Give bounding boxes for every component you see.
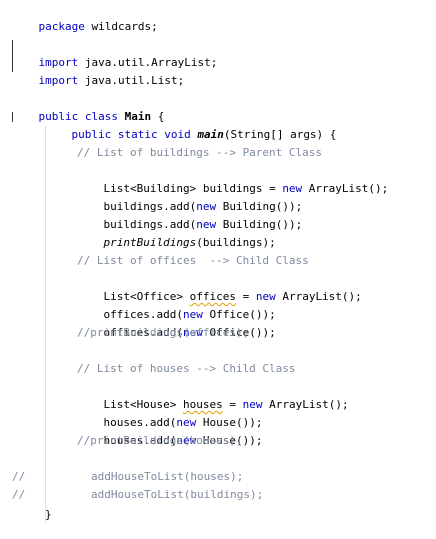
code-line: offices.add(new Office());: [77, 306, 276, 339]
method-params: (String[] args): [223, 128, 324, 141]
commented-code-line: //printBuildings(offices);: [77, 326, 250, 339]
comment-line: // List of buildings --> Parent Class: [77, 146, 323, 159]
method-call: printBuildings: [103, 236, 197, 249]
commented-code-line: addHouseToList(buildings);: [91, 488, 264, 501]
class-declaration: public class Main {: [12, 90, 165, 123]
decl-text: ArrayList();: [262, 398, 349, 411]
code-line: houses.add(new House());: [77, 414, 263, 447]
import-path: java.util.List;: [78, 74, 185, 87]
commented-code-line: //printBuildings(houses);: [77, 434, 243, 447]
closing-brace: }: [45, 508, 52, 521]
code-line: List<House> houses = new ArrayList();: [77, 378, 349, 411]
code-line: printBuildings(buildings);: [77, 216, 276, 249]
indent-guide: [45, 126, 46, 522]
code-line: buildings.add(new Building());: [77, 180, 303, 213]
code-line: offices.add(new Office());: [77, 288, 276, 321]
code-line: List<Building> buildings = new ArrayList…: [77, 162, 389, 195]
call-args: (buildings);: [196, 236, 276, 249]
brace: {: [323, 128, 337, 141]
comment-prefix: //: [12, 488, 26, 501]
method-name: main: [197, 128, 224, 141]
code-line: buildings.add(new Building());: [77, 198, 303, 231]
comment-line: // List of houses --> Child Class: [77, 362, 296, 375]
package-line: package wildcards;: [12, 0, 158, 33]
import-line-1: import java.util.ArrayList;: [12, 36, 218, 69]
code-line: houses.add(new House());: [77, 396, 263, 429]
comment-prefix: //: [12, 470, 26, 483]
main-method-declaration: public static void main(String[] args) {: [45, 108, 337, 141]
code-line: List<Office> offices = new ArrayList();: [77, 270, 362, 303]
keyword: import: [38, 74, 79, 87]
commented-code-line: addHouseToList(houses);: [91, 470, 244, 483]
decl-text: ArrayList();: [302, 182, 389, 195]
comment-line: // List of offices --> Child Class: [77, 254, 309, 267]
keyword: package: [38, 20, 85, 33]
code-editor[interactable]: package wildcards; import java.util.Arra…: [0, 0, 436, 539]
keyword: public static void: [71, 128, 191, 141]
package-name: wildcards;: [84, 20, 158, 33]
decl-text: ArrayList();: [275, 290, 362, 303]
import-line-2: import java.util.List;: [12, 54, 185, 87]
